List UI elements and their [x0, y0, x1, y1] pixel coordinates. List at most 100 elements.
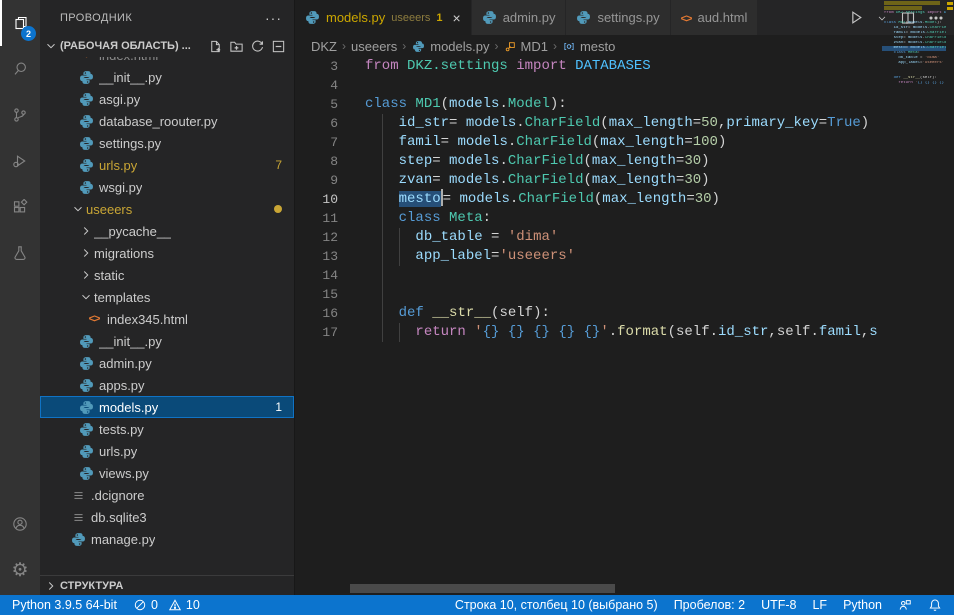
symbol-field-icon — [563, 40, 575, 51]
tree-file-views-py[interactable]: views.py — [40, 462, 294, 484]
tree-file-index-html[interactable]: <> index.html — [40, 57, 294, 66]
close-icon[interactable]: × — [453, 10, 461, 26]
tree-folder--pycache-[interactable]: __pycache__ — [40, 220, 294, 242]
tree-file-models-py[interactable]: models.py1 — [40, 396, 294, 418]
tree-file-urls-py[interactable]: urls.py — [40, 440, 294, 462]
tree-file--dcignore[interactable]: .dcignore — [40, 484, 294, 506]
extensions-icon[interactable] — [0, 184, 40, 230]
breadcrumb-item-useeers[interactable]: useeers — [351, 39, 397, 54]
line-number: 4 — [295, 76, 338, 95]
error-count: 0 — [151, 598, 158, 612]
status-feedback[interactable] — [890, 595, 920, 615]
code-line-6[interactable]: 6 id_str= models.CharField(max_length=50… — [295, 114, 882, 133]
tree-folder-migrations[interactable]: migrations — [40, 242, 294, 264]
code-line-16[interactable]: 16 def __str__(self): — [295, 304, 882, 323]
line-number: 12 — [295, 228, 338, 247]
tab-admin-py[interactable]: admin.py — [472, 0, 567, 35]
code-line-12[interactable]: 12 db_table = 'dima' — [295, 228, 882, 247]
code-line-3[interactable]: 3from DKZ.settings import DATABASES — [295, 57, 882, 76]
status-cursor-position[interactable]: Строка 10, столбец 10 (выбрано 5) — [447, 595, 666, 615]
tree-folder-useeers[interactable]: useeers — [40, 198, 294, 220]
tree-item-label: manage.py — [91, 532, 155, 547]
tree-file-urls-py[interactable]: urls.py7 — [40, 154, 294, 176]
tab-settings-py[interactable]: settings.py — [566, 0, 670, 35]
error-icon — [133, 598, 147, 612]
code-line-13[interactable]: 13 app_label='useeers' — [295, 247, 882, 266]
tree-item-label: admin.py — [99, 356, 152, 371]
code-line-11[interactable]: 11 class Meta: — [295, 209, 882, 228]
tree-file-db-sqlite3[interactable]: db.sqlite3 — [40, 506, 294, 528]
html-file-icon: <> — [78, 57, 94, 61]
html-file-icon: <> — [681, 10, 692, 25]
file-tree: <> index.html __init__.py asgi.py database_r… — [40, 57, 294, 575]
minimap[interactable]: from DKZ.settings import DATABASESclass … — [882, 0, 946, 595]
tab-models-py[interactable]: models.pyuseeers1× — [295, 0, 472, 35]
code-line-15[interactable]: 15 — [295, 285, 882, 304]
status-label: UTF-8 — [761, 598, 796, 612]
tree-file-index345-html[interactable]: <>index345.html — [40, 308, 294, 330]
horizontal-scrollbar-thumb[interactable] — [350, 584, 615, 593]
code-line-17[interactable]: 17 return '{} {} {} {} {}'.format(self.i… — [295, 323, 882, 342]
tree-file-settings-py[interactable]: settings.py — [40, 132, 294, 154]
tree-file--init-py[interactable]: __init__.py — [40, 330, 294, 352]
tab-aud-html[interactable]: <>aud.html — [671, 0, 759, 35]
status-eol[interactable]: LF — [804, 595, 835, 615]
breadcrumb-label: models.py — [430, 39, 489, 54]
new-folder-icon[interactable] — [229, 39, 244, 54]
run-debug-icon[interactable] — [0, 138, 40, 184]
tree-file-manage-py[interactable]: manage.py — [40, 528, 294, 550]
python-file-icon — [78, 136, 94, 151]
status-notifications[interactable] — [920, 595, 950, 615]
python-file-icon — [78, 158, 94, 173]
tree-file--init-py[interactable]: __init__.py — [40, 66, 294, 88]
activity-badge: 2 — [21, 26, 36, 41]
tree-file-tests-py[interactable]: tests.py — [40, 418, 294, 440]
testing-icon[interactable] — [0, 230, 40, 276]
outline-section-header[interactable]: СТРУКТУРА — [40, 575, 294, 595]
code-editor[interactable]: 3from DKZ.settings import DATABASES45cla… — [295, 57, 882, 595]
status-language-mode[interactable]: Python — [835, 595, 890, 615]
tree-item-label: asgi.py — [99, 92, 140, 107]
tab-problems-badge: 1 — [436, 12, 442, 24]
indent-guide — [382, 114, 383, 342]
more-actions-icon[interactable]: ··· — [265, 10, 282, 26]
status-encoding[interactable]: UTF-8 — [753, 595, 804, 615]
tree-item-label: migrations — [94, 246, 154, 261]
run-icon[interactable] — [847, 9, 864, 26]
code-line-8[interactable]: 8 step= models.CharField(max_length=30) — [295, 152, 882, 171]
workspace-section-label: (РАБОЧАЯ ОБЛАСТЬ) ... — [60, 40, 191, 52]
workspace-section-header[interactable]: (РАБОЧАЯ ОБЛАСТЬ) ... — [40, 35, 294, 57]
source-control-icon[interactable] — [0, 92, 40, 138]
code-line-7[interactable]: 7 famil= models.CharField(max_length=100… — [295, 133, 882, 152]
breadcrumb-item-mesto[interactable]: mesto — [562, 39, 615, 54]
refresh-icon[interactable] — [250, 39, 265, 54]
code-line-10[interactable]: 10 mesto= models.CharField(max_length=30… — [295, 190, 882, 209]
tree-folder-static[interactable]: static — [40, 264, 294, 286]
tree-file-admin-py[interactable]: admin.py — [40, 352, 294, 374]
tree-file-database-roouter-py[interactable]: database_roouter.py — [40, 110, 294, 132]
status-python-interpreter[interactable]: Python 3.9.5 64-bit — [4, 595, 125, 615]
breadcrumb-item-models-py[interactable]: models.py — [411, 39, 489, 54]
code-line-9[interactable]: 9 zvan= models.CharField(max_length=30) — [295, 171, 882, 190]
code-line-5[interactable]: 5class MD1(models.Model): — [295, 95, 882, 114]
code-line-14[interactable]: 14 — [295, 266, 882, 285]
status-problems[interactable]: 0 10 — [125, 595, 208, 615]
tree-file-wsgi-py[interactable]: wsgi.py — [40, 176, 294, 198]
chevron-right-icon — [78, 268, 94, 282]
tree-file-asgi-py[interactable]: asgi.py — [40, 88, 294, 110]
search-icon[interactable] — [0, 46, 40, 92]
breadcrumb-label: MD1 — [521, 39, 548, 54]
line-number: 7 — [295, 133, 338, 152]
tree-item-label: index.html — [99, 57, 158, 63]
new-file-icon[interactable] — [208, 39, 223, 54]
account-icon[interactable] — [0, 501, 40, 547]
collapse-all-icon[interactable] — [271, 39, 286, 54]
tree-file-apps-py[interactable]: apps.py — [40, 374, 294, 396]
settings-gear-icon[interactable]: ⚙ — [0, 547, 40, 593]
breadcrumb-item-md1[interactable]: MD1 — [504, 39, 548, 54]
status-indentation[interactable]: Пробелов: 2 — [666, 595, 753, 615]
breadcrumb-item-dkz[interactable]: DKZ — [311, 39, 337, 54]
tree-folder-templates[interactable]: templates — [40, 286, 294, 308]
code-line-4[interactable]: 4 — [295, 76, 882, 95]
files-icon[interactable]: 2 — [0, 0, 40, 46]
